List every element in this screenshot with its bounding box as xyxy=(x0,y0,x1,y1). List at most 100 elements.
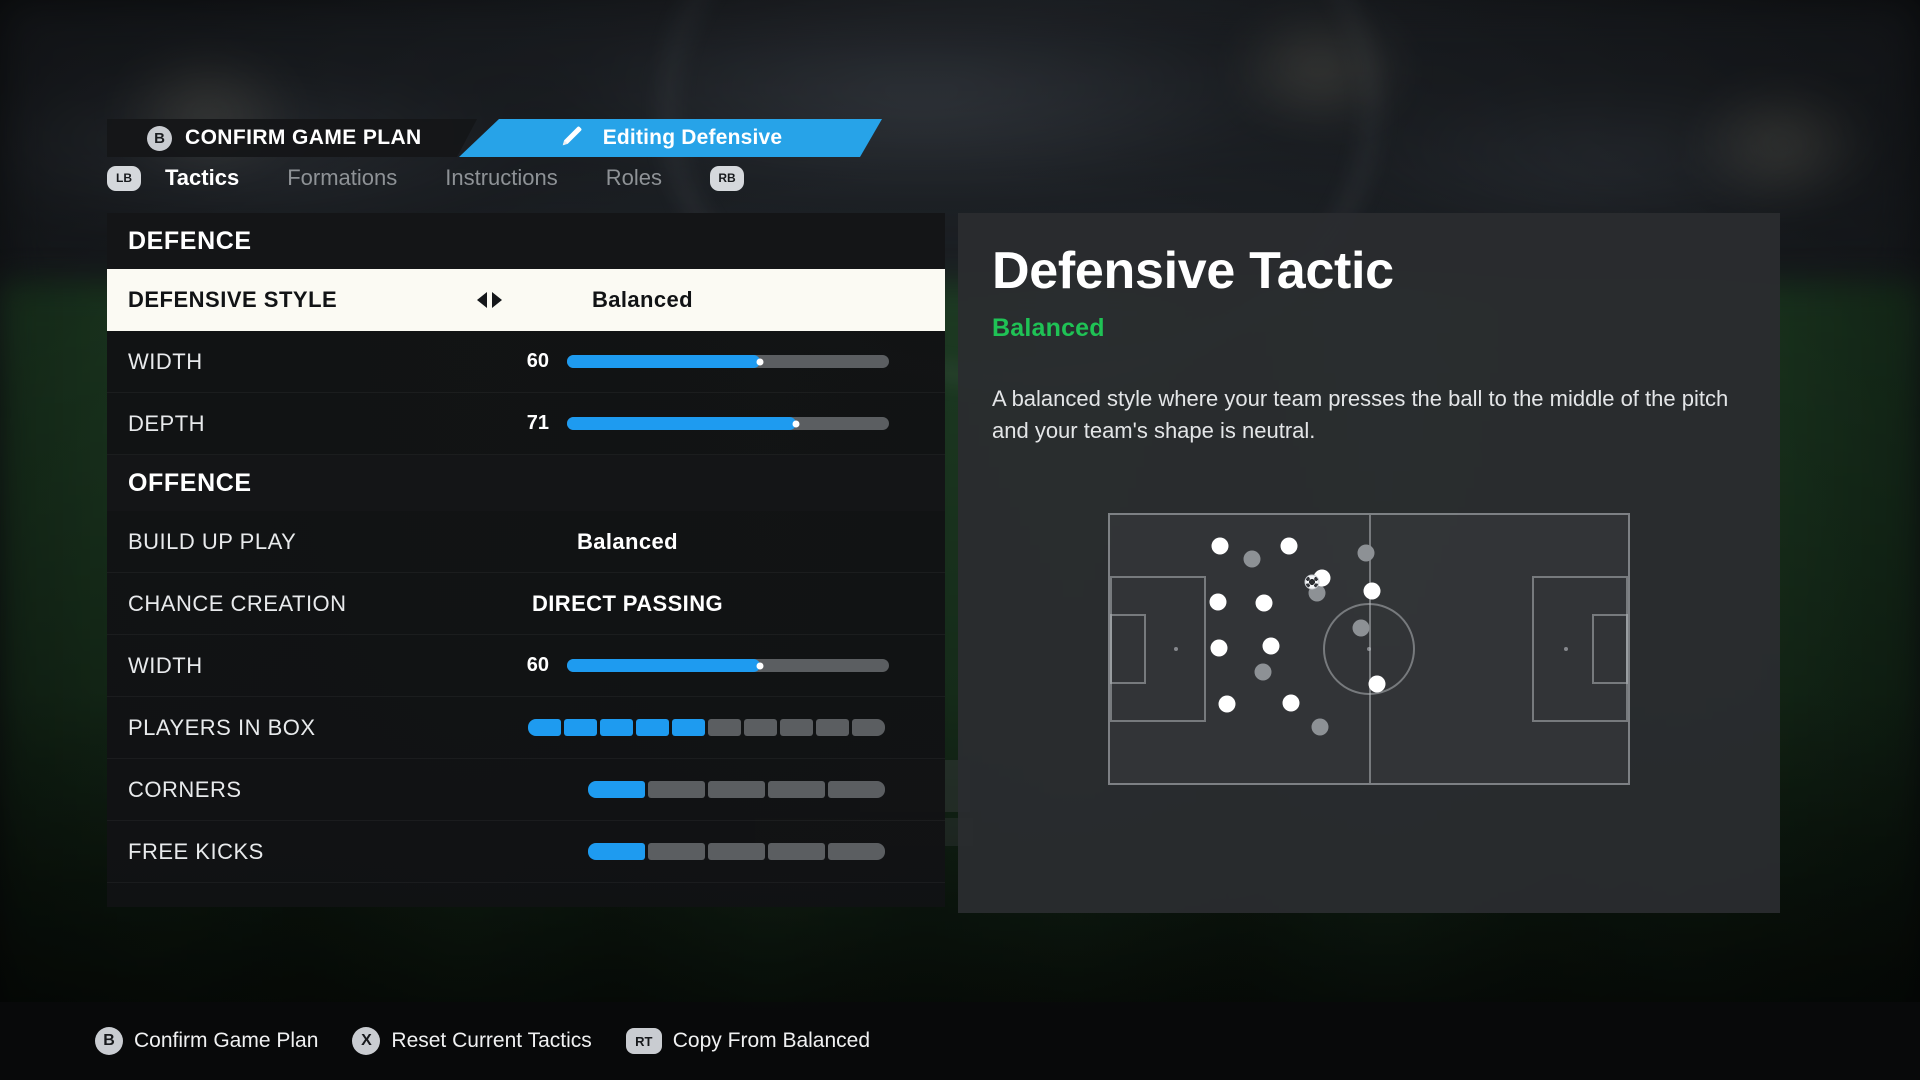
pitch-goal-area-left xyxy=(1110,614,1146,684)
slider-knob[interactable] xyxy=(792,420,800,427)
slider-value: 60 xyxy=(526,654,549,676)
segment[interactable] xyxy=(708,843,765,860)
segment[interactable] xyxy=(588,781,645,798)
segment[interactable] xyxy=(588,843,645,860)
segment[interactable] xyxy=(708,719,741,736)
segment[interactable] xyxy=(828,843,885,860)
player-dot-opponent xyxy=(1243,550,1261,568)
segment[interactable] xyxy=(744,719,777,736)
slider-fill xyxy=(567,355,761,368)
row-label: DEPTH xyxy=(128,410,206,436)
row-defence-width[interactable]: WIDTH 60 xyxy=(107,331,945,393)
chevron-left-icon[interactable] xyxy=(476,292,487,308)
slider-knob[interactable] xyxy=(756,662,764,669)
row-defence-depth[interactable]: DEPTH 71 xyxy=(107,393,945,455)
row-label: BUILD UP PLAY xyxy=(128,528,297,554)
action-label: Reset Current Tactics xyxy=(391,1029,592,1052)
player-dot-team xyxy=(1262,637,1280,655)
player-dot-team xyxy=(1282,694,1300,712)
tab-formations[interactable]: Formations xyxy=(263,165,421,191)
action-label: Confirm Game Plan xyxy=(134,1029,319,1052)
style-arrow-selector[interactable] xyxy=(458,292,520,308)
slider-track[interactable] xyxy=(567,659,889,672)
rt-trigger-icon: RT xyxy=(625,1028,662,1054)
player-dot-team xyxy=(1218,695,1236,713)
segment-bar-corners[interactable] xyxy=(588,781,885,798)
row-defensive-style[interactable]: DEFENSIVE STYLE Balanced xyxy=(107,269,945,331)
player-dot-team xyxy=(1211,537,1229,555)
chevron-right-icon[interactable] xyxy=(491,292,502,308)
b-button-icon: B xyxy=(95,1027,123,1055)
tab-roles[interactable]: Roles xyxy=(582,165,686,191)
player-dot-opponent xyxy=(1352,619,1370,637)
slider-value: 71 xyxy=(526,412,549,434)
slider-fill xyxy=(567,417,796,430)
row-build-up-play[interactable]: BUILD UP PLAY Balanced xyxy=(107,511,945,573)
row-label: WIDTH xyxy=(128,652,203,678)
x-button-icon: X xyxy=(352,1027,381,1055)
row-players-in-box[interactable]: PLAYERS IN BOX xyxy=(107,697,945,759)
player-dot-team xyxy=(1209,593,1227,611)
player-dot-team xyxy=(1255,594,1273,612)
segment[interactable] xyxy=(828,781,885,798)
section-header-offence: OFFENCE xyxy=(107,455,945,511)
pencil-icon xyxy=(559,123,585,154)
row-value: Balanced xyxy=(576,528,679,554)
slider-track[interactable] xyxy=(567,355,889,368)
slider-knob[interactable] xyxy=(756,358,764,365)
segment[interactable] xyxy=(672,719,705,736)
slider-track[interactable] xyxy=(567,417,889,430)
segment[interactable] xyxy=(768,781,825,798)
player-dot-team xyxy=(1210,639,1228,657)
row-label: DEFENSIVE STYLE xyxy=(128,287,338,312)
editing-mode-banner: Editing Defensive xyxy=(459,119,882,157)
action-copy-from-balanced[interactable]: RT Copy From Balanced xyxy=(625,1028,871,1054)
action-reset-current-tactics[interactable]: X Reset Current Tactics xyxy=(352,1027,592,1055)
pitch-outline xyxy=(1108,513,1630,785)
tab-navigation: LB Tactics Formations Instructions Roles… xyxy=(107,165,744,191)
player-dot-opponent xyxy=(1254,663,1272,681)
row-offence-width[interactable]: WIDTH 60 xyxy=(107,635,945,697)
lb-bumper-icon[interactable]: LB xyxy=(107,165,141,191)
rb-bumper-icon[interactable]: RB xyxy=(709,165,744,191)
section-header-defence: DEFENCE xyxy=(107,213,945,269)
segment[interactable] xyxy=(648,843,705,860)
slider-fill xyxy=(567,659,761,672)
player-dot-team xyxy=(1280,537,1298,555)
segment[interactable] xyxy=(708,781,765,798)
row-corners[interactable]: CORNERS xyxy=(107,759,945,821)
row-value: Balanced xyxy=(591,287,694,312)
action-label: Copy From Balanced xyxy=(672,1029,871,1052)
segment[interactable] xyxy=(528,719,561,736)
row-label: PLAYERS IN BOX xyxy=(128,714,316,740)
pitch-center-spot xyxy=(1367,647,1371,651)
segment[interactable] xyxy=(852,719,885,736)
segment-bar-players-in-box[interactable] xyxy=(528,719,885,736)
info-title: Defensive Tactic xyxy=(992,242,1394,300)
segment[interactable] xyxy=(780,719,813,736)
b-button-icon: B xyxy=(147,126,172,151)
confirm-game-plan-button[interactable]: B CONFIRM GAME PLAN xyxy=(107,119,477,157)
row-label: CHANCE CREATION xyxy=(128,590,347,616)
row-label: CORNERS xyxy=(128,776,242,802)
player-dot-opponent xyxy=(1357,544,1375,562)
tab-tactics[interactable]: Tactics xyxy=(141,165,263,191)
segment-bar-free-kicks[interactable] xyxy=(588,843,885,860)
segment[interactable] xyxy=(816,719,849,736)
tab-instructions[interactable]: Instructions xyxy=(421,165,582,191)
pitch-penalty-spot-left xyxy=(1174,647,1178,651)
segment[interactable] xyxy=(648,781,705,798)
player-dot-team xyxy=(1363,582,1381,600)
row-free-kicks[interactable]: FREE KICKS xyxy=(107,821,945,883)
row-chance-creation[interactable]: CHANCE CREATION DIRECT PASSING xyxy=(107,573,945,635)
confirm-game-plan-label: CONFIRM GAME PLAN xyxy=(185,126,422,149)
segment[interactable] xyxy=(564,719,597,736)
info-subtitle: Balanced xyxy=(992,314,1105,343)
action-confirm-game-plan[interactable]: B Confirm Game Plan xyxy=(95,1027,318,1055)
ball-icon xyxy=(1304,574,1320,590)
segment[interactable] xyxy=(768,843,825,860)
segment[interactable] xyxy=(636,719,669,736)
segment[interactable] xyxy=(600,719,633,736)
row-label: FREE KICKS xyxy=(128,838,264,864)
tactic-info-panel: Defensive Tactic Balanced A balanced sty… xyxy=(958,213,1780,913)
